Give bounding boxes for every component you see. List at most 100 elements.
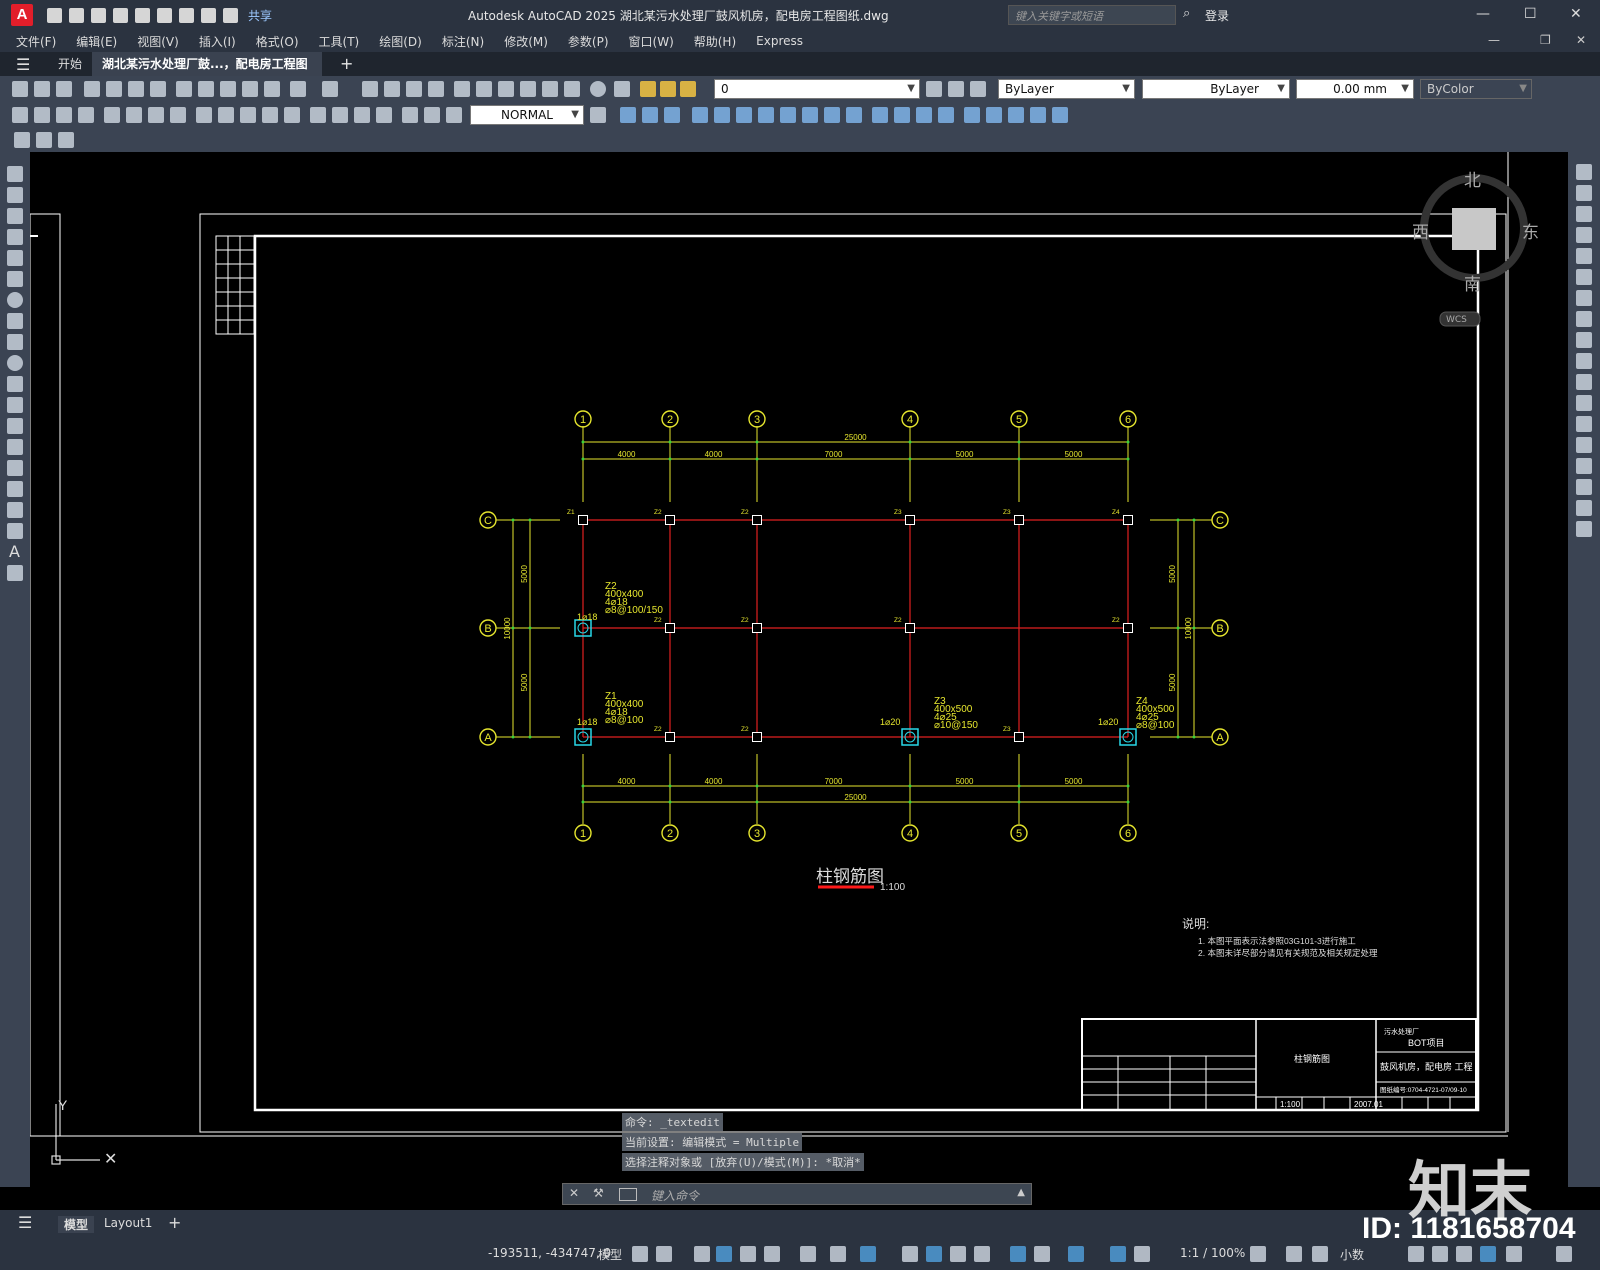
- tool-palettes-icon[interactable]: [498, 81, 514, 97]
- edges-icon[interactable]: [986, 107, 1002, 123]
- tab-layout1[interactable]: Layout1: [104, 1216, 152, 1230]
- erase-icon[interactable]: [1576, 164, 1592, 180]
- dynamic-input-icon[interactable]: [716, 1246, 732, 1262]
- drawing-canvas[interactable]: 1 1 2 2 3 3 4 4 5 5 6 6 C C B B A A 25000 4000 4000 7000 5000 5…: [30, 152, 1568, 1187]
- open-file-icon[interactable]: [69, 7, 84, 23]
- tolerance-icon[interactable]: [310, 107, 326, 123]
- tb-drawing-name[interactable]: 柱钢筋图: [1294, 1053, 1330, 1064]
- 3dprint-icon[interactable]: [150, 81, 166, 97]
- inspection-icon[interactable]: [354, 107, 370, 123]
- drawing-title[interactable]: 柱钢筋图: [816, 867, 884, 887]
- taper-faces-icon[interactable]: [802, 107, 818, 123]
- delete-faces-icon[interactable]: [758, 107, 774, 123]
- graphics-performance-icon[interactable]: [1480, 1246, 1496, 1262]
- clean-icon[interactable]: [894, 107, 910, 123]
- maximize-icon[interactable]: ☐: [1524, 6, 1537, 22]
- command-prompt-icon[interactable]: [619, 1188, 637, 1201]
- new-icon[interactable]: [12, 81, 28, 97]
- clean-screen-icon[interactable]: [1506, 1246, 1522, 1262]
- minimize-icon[interactable]: —: [1476, 6, 1490, 22]
- make-current-icon[interactable]: [926, 81, 942, 97]
- color-faces-icon[interactable]: [846, 107, 862, 123]
- shell-icon[interactable]: [938, 107, 954, 123]
- annotation-scale-icon[interactable]: [1134, 1246, 1150, 1262]
- transparency-icon[interactable]: [902, 1246, 918, 1262]
- dim-style-icon[interactable]: [590, 107, 606, 123]
- layer-select[interactable]: 0 ▼: [714, 79, 920, 99]
- menu-parametric[interactable]: 参数(P): [568, 33, 609, 50]
- menu-window[interactable]: 窗口(W): [629, 33, 674, 50]
- layer-previous-icon[interactable]: [948, 81, 964, 97]
- pan-icon[interactable]: [362, 81, 378, 97]
- fillet-icon[interactable]: [1576, 479, 1592, 495]
- units-select[interactable]: 小数: [1340, 1246, 1364, 1263]
- tb-client[interactable]: 污水处理厂: [1384, 1027, 1419, 1036]
- layer-freeze-icon[interactable]: [660, 81, 676, 97]
- coordinates-readout[interactable]: -193511, -434747, 0: [488, 1246, 611, 1260]
- menu-help[interactable]: 帮助(H): [694, 33, 736, 50]
- imprint-icon[interactable]: [872, 107, 888, 123]
- subtract-icon[interactable]: [642, 107, 658, 123]
- tb-scale[interactable]: 1:100: [1280, 1100, 1301, 1109]
- menu-express[interactable]: Express: [756, 34, 803, 48]
- tb-project-type[interactable]: BOT项目: [1408, 1038, 1445, 1048]
- lineweight-select[interactable]: 0.00 mm ▼: [1296, 79, 1414, 99]
- menu-file[interactable]: 文件(F): [16, 33, 56, 50]
- menu-modify[interactable]: 修改(M): [504, 33, 548, 50]
- tb-date[interactable]: 2007.01: [1354, 1100, 1383, 1109]
- viewcube-west[interactable]: 西: [1412, 218, 1429, 243]
- dynamic-ucs-icon[interactable]: [974, 1246, 990, 1262]
- annotation-monitor-icon[interactable]: [1286, 1246, 1302, 1262]
- search-icon[interactable]: ⌕: [1183, 6, 1190, 21]
- fillet-edge-icon[interactable]: [1008, 107, 1024, 123]
- mirror-icon[interactable]: [1576, 206, 1592, 222]
- center-mark-icon[interactable]: [332, 107, 348, 123]
- dim-space-icon[interactable]: [262, 107, 278, 123]
- gizmo-icon[interactable]: [1034, 1246, 1050, 1262]
- copy-icon[interactable]: [198, 81, 214, 97]
- hatch-icon[interactable]: [7, 460, 23, 476]
- dim-edit-icon[interactable]: [402, 107, 418, 123]
- extend-icon[interactable]: [1576, 374, 1592, 390]
- zoom-realtime-icon[interactable]: [384, 81, 400, 97]
- publish-icon[interactable]: [128, 81, 144, 97]
- blend-curves-icon[interactable]: [1576, 500, 1592, 516]
- command-input[interactable]: ✕ ⚒ 键入命令 ▲: [562, 1183, 1032, 1205]
- copy-object-icon[interactable]: [1576, 185, 1592, 201]
- aligned-dim-icon[interactable]: [34, 107, 50, 123]
- dim-break-icon[interactable]: [284, 107, 300, 123]
- preview-icon[interactable]: [106, 81, 122, 97]
- stretch-icon[interactable]: [1576, 332, 1592, 348]
- close-command-icon[interactable]: ✕: [569, 1186, 579, 1200]
- rotate-icon[interactable]: [1576, 290, 1592, 306]
- wcs-menu[interactable]: WCS: [1446, 315, 1467, 325]
- workspace-switch-icon[interactable]: [1250, 1246, 1266, 1262]
- table-icon[interactable]: [7, 523, 23, 539]
- add-selected-icon[interactable]: [7, 565, 23, 581]
- linear-dim-icon[interactable]: [12, 107, 28, 123]
- layer-lock-icon[interactable]: [680, 81, 696, 97]
- tab-drawing[interactable]: 湖北某污水处理厂鼓...，配电房工程图纸*✕: [92, 52, 322, 95]
- dim-text-edit-icon[interactable]: [424, 107, 440, 123]
- annotation-visibility-icon[interactable]: [1068, 1246, 1084, 1262]
- menu-dimension[interactable]: 标注(N): [442, 33, 484, 50]
- layer-on-icon[interactable]: [640, 81, 656, 97]
- isolate-objects-icon[interactable]: [1456, 1246, 1472, 1262]
- match-prop-icon[interactable]: [242, 81, 258, 97]
- lineweight-toggle-icon[interactable]: [860, 1246, 876, 1262]
- angular-icon[interactable]: [170, 107, 186, 123]
- plot-icon[interactable]: [179, 7, 194, 23]
- move-faces-icon[interactable]: [714, 107, 730, 123]
- infer-constraints-icon[interactable]: [694, 1246, 710, 1262]
- ellipse-arc-icon[interactable]: [7, 376, 23, 392]
- separate-icon[interactable]: [916, 107, 932, 123]
- plotstyle-select[interactable]: ByColor ▼: [1420, 79, 1532, 99]
- linetype-select[interactable]: ByLayer ▼: [1142, 79, 1290, 99]
- offset-icon[interactable]: [1576, 227, 1592, 243]
- doc-minimize-icon[interactable]: —: [1488, 33, 1500, 47]
- doc-close-icon[interactable]: ✕: [1576, 33, 1586, 47]
- markup-icon[interactable]: [542, 81, 558, 97]
- intersect-icon[interactable]: [664, 107, 680, 123]
- layer-states-icon[interactable]: [970, 81, 986, 97]
- zoom-window-icon[interactable]: [406, 81, 422, 97]
